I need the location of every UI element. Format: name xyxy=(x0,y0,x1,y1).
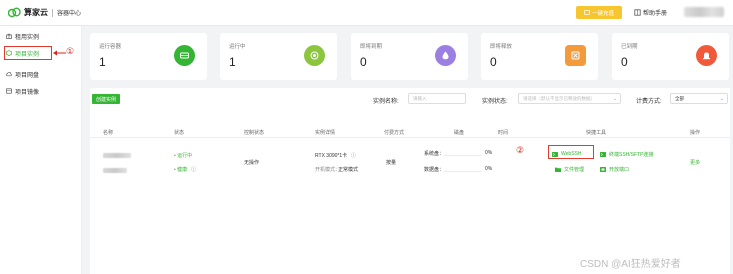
column-header: 状态 xyxy=(174,130,185,136)
stat-value: 0 xyxy=(360,55,367,69)
column-header: 快捷工具 xyxy=(586,130,607,136)
billing-method-select[interactable]: 全部 ⌄ xyxy=(670,93,728,104)
open-port-link[interactable]: 开放端口 xyxy=(600,166,629,173)
logo-icon xyxy=(8,7,21,18)
info-icon[interactable]: ⓘ xyxy=(191,166,196,173)
data-disk-label: 数据盘： xyxy=(424,167,445,173)
folder-icon xyxy=(555,167,561,172)
stat-value: 0 xyxy=(621,55,628,69)
system-disk-label: 系统盘： xyxy=(424,151,445,157)
stat-label: 即将到期 xyxy=(360,44,383,50)
file-manager-link[interactable]: 文件管理 xyxy=(555,166,584,173)
sidebar-item-project-disk[interactable]: 项目网盘 xyxy=(6,69,39,79)
instance-name-placeholder: 请输入 xyxy=(413,95,427,101)
stat-card-releasing[interactable]: 即将释放 0 xyxy=(481,33,598,80)
more-actions-link[interactable]: 更多 xyxy=(690,159,700,166)
wallet-icon xyxy=(584,10,590,15)
column-header: 付费方式 xyxy=(384,130,405,136)
annotation-marker-2: ② xyxy=(516,146,525,156)
sidebar-item-rent-instance[interactable]: 租用实例 xyxy=(6,31,39,41)
table-header: 名称 状态 控制状态 实例详情 付费方式 磁盘 时间 快捷工具 操作 xyxy=(90,126,730,138)
column-header: 操作 xyxy=(690,130,701,136)
column-header: 时间 xyxy=(498,130,509,136)
data-disk-bar xyxy=(444,171,482,172)
stat-card-running-containers[interactable]: 运行容器 1 xyxy=(90,33,207,80)
column-header: 实例详情 xyxy=(315,130,336,136)
highlight-box xyxy=(4,46,52,60)
stat-card-expired[interactable]: 已到期 0 xyxy=(612,33,729,80)
recharge-button[interactable]: 一键充值 xyxy=(576,6,622,19)
container-icon xyxy=(174,45,195,66)
brand-name: 算家云 xyxy=(24,8,48,17)
instance-panel: 创建实例 实例名称: 请输入 实例状态: 请选择（默认不显示已释放的数据） ⌄ … xyxy=(90,88,730,274)
image-icon xyxy=(6,88,12,94)
stat-label: 已到期 xyxy=(621,44,638,50)
watermark: CSDN @AI狂热爱好者 xyxy=(580,259,681,270)
header-subtitle: 容器中心 xyxy=(57,11,82,17)
sidebar-item-label: 项目网盘 xyxy=(15,72,40,79)
stat-value: 0 xyxy=(490,55,497,69)
highlight-box xyxy=(548,145,594,159)
billing-method-label: 计费方式: xyxy=(636,99,662,105)
create-instance-button[interactable]: 创建实例 xyxy=(92,94,120,104)
sidebar-item-label: 项目镜像 xyxy=(15,89,40,96)
gpu-spec: RTX 3090*1卡 xyxy=(315,153,348,159)
column-header: 控制状态 xyxy=(244,130,265,136)
column-header: 磁盘 xyxy=(454,130,465,136)
status-running: • 运行中 xyxy=(174,153,193,159)
billing-method-value: 全部 xyxy=(675,95,684,101)
instance-status-select[interactable]: 请选择（默认不显示已释放的数据） ⌄ xyxy=(518,93,621,104)
gift-icon xyxy=(6,33,12,39)
data-disk-value: 0% xyxy=(485,166,493,172)
running-icon xyxy=(304,45,325,66)
stat-value: 1 xyxy=(229,55,236,69)
release-icon xyxy=(565,45,586,66)
sidebar: 租用实例 项目实例 项目网盘 项目镜像 ① xyxy=(0,26,82,274)
stat-card-running[interactable]: 运行中 1 xyxy=(220,33,337,80)
instance-name-input[interactable]: 请输入 xyxy=(408,93,466,104)
sidebar-item-label: 租用实例 xyxy=(15,34,40,41)
chevron-down-icon: ⌄ xyxy=(719,96,724,102)
ssh-sftp-label: 终端SSH/SFTP连接 xyxy=(609,152,654,158)
boot-mode-label: 开机模式： xyxy=(315,167,341,173)
cloud-icon xyxy=(6,71,12,77)
help-icon[interactable]: ⓘ xyxy=(351,152,356,159)
stat-label: 运行容器 xyxy=(99,44,122,50)
file-manager-label: 文件管理 xyxy=(564,167,585,173)
stat-card-expiring[interactable]: 即将到期 0 xyxy=(351,33,468,80)
book-icon xyxy=(634,9,641,16)
port-icon xyxy=(600,167,606,172)
system-disk-value: 0% xyxy=(485,150,493,156)
recharge-label: 一键充值 xyxy=(591,10,614,17)
stat-label: 即将释放 xyxy=(490,44,513,50)
stat-value: 1 xyxy=(99,55,106,69)
instance-name-label: 实例名称: xyxy=(373,99,399,105)
help-label: 帮助手册 xyxy=(643,11,668,17)
help-link[interactable]: 帮助手册 xyxy=(634,8,667,17)
boot-mode-value: 正常模式 xyxy=(338,167,359,173)
system-disk-bar xyxy=(444,155,482,156)
column-header: 名称 xyxy=(103,130,114,136)
ssh-sftp-link[interactable]: 终端SSH/SFTP连接 xyxy=(600,151,653,158)
warning-drop-icon xyxy=(435,45,456,66)
instance-status-label: 实例状态: xyxy=(482,99,508,105)
chevron-down-icon: ⌄ xyxy=(612,96,617,102)
divider xyxy=(52,8,53,17)
open-port-label: 开放端口 xyxy=(609,167,630,173)
top-header: 算家云 容器中心 一键充值 帮助手册 xyxy=(0,0,733,26)
billing-type: 按量 xyxy=(386,160,397,166)
instance-name-redacted xyxy=(103,153,131,158)
stat-label: 运行中 xyxy=(229,44,246,50)
instance-id-redacted xyxy=(103,168,127,173)
terminal-icon xyxy=(600,152,606,157)
alarm-icon xyxy=(696,45,717,66)
control-status: 无操作 xyxy=(244,160,260,166)
user-account[interactable] xyxy=(684,7,724,17)
annotation-marker-1: ① xyxy=(66,47,75,57)
status-health: • 健康 xyxy=(174,167,188,173)
instance-status-placeholder: 请选择（默认不显示已释放的数据） xyxy=(523,95,595,101)
brand-logo[interactable]: 算家云 容器中心 xyxy=(8,7,81,18)
sidebar-item-project-image[interactable]: 项目镜像 xyxy=(6,86,39,96)
